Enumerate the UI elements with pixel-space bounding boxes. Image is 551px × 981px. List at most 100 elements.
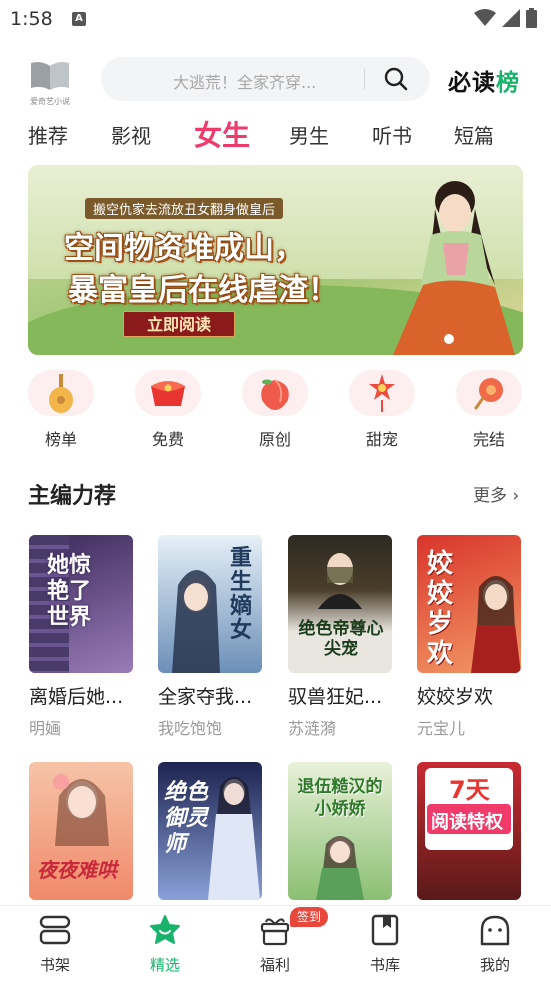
read-now-button[interactable]: 立即阅读 [123,311,235,337]
tab-audiobook[interactable]: 听书 [372,120,412,149]
book-cover: 绝色帝尊心尖宠 [288,535,392,673]
book-card[interactable]: 夜夜难哄 [29,762,133,909]
battery-icon [526,8,537,28]
quick-entry-original[interactable]: 原创 [240,370,310,450]
quick-entry-bubble [28,370,94,416]
banner-title-line1: 空间物资堆成山， [64,231,304,266]
book-cover: 绝色御灵师 [158,762,262,900]
cover-title: 7天 [449,776,490,804]
cover-title: 她惊艳了世界 [47,553,92,630]
lantern-icon [369,374,395,412]
star-icon [150,915,180,944]
bottom-nav: 书架 精选 福利 书库 我的 [0,905,551,981]
book-title: 离婚后她... [29,686,124,708]
sign-in-badge[interactable]: 签到 [290,907,329,927]
search-placeholder: 大逃荒！全家齐穿... [173,73,317,92]
cover-title: 重生嫡女 [230,546,253,643]
brand-suffix: 榜 [496,70,520,96]
tab-male[interactable]: 男生 [289,120,329,149]
book-title: 全家夺我... [158,686,253,708]
banner-title-line2: 暴富皇后在线虐渣！ [68,273,338,308]
book-cover: 她惊艳了世界 [29,535,133,673]
tab-short-story[interactable]: 短篇 [454,120,494,149]
section-title: 主编力荐 [28,484,117,509]
search-input[interactable]: 大逃荒！全家齐穿... [101,57,430,101]
logo-text: 爱奇艺小说 [30,97,70,106]
must-read-ranking-button[interactable]: 必读榜 [448,63,520,97]
cover-title: 绝色帝尊心尖宠 [298,619,384,659]
status-time: 1:58 [10,8,53,30]
nav-bookshelf[interactable]: 书架 [20,914,90,975]
cover-title: 绝色御灵师 [164,780,209,857]
app-logo: 爱奇艺小说 [27,60,73,106]
quick-entry-sweet[interactable]: 甜宠 [347,370,417,450]
brand-prefix: 必读 [448,70,496,96]
cover-subtitle: 阅读特权 [431,812,503,833]
book-card[interactable]: 重生嫡女 全家夺我... 我吃饱饱 [158,535,262,739]
quick-entry-label: 免费 [151,430,184,449]
book-cover: 姣姣岁欢 [417,535,521,673]
carousel-indicator [444,334,454,344]
book-card[interactable]: 她惊艳了世界 离婚后她... 明婳 [29,535,133,739]
banner-subtitle: 搬空仇家去流放丑女翻身做皇后 [85,198,284,219]
wifi-icon [474,9,496,26]
book-cover: 重生嫡女 [158,535,262,673]
nav-label: 我的 [479,956,510,974]
nav-label: 精选 [149,956,180,974]
nav-label: 书架 [39,956,70,974]
search-icon[interactable] [384,67,408,91]
book-cover: 7天 阅读特权 [417,762,521,900]
book-card[interactable]: 绝色御灵师 [158,762,262,909]
cover-figure-art [318,553,362,609]
peach-icon [261,379,289,410]
book-title: 姣姣岁欢 [417,686,494,708]
promo-banner[interactable]: 搬空仇家去流放丑女翻身做皇后 空间物资堆成山， 暴富皇后在线虐渣！ 立即阅读 [28,165,523,355]
nav-label: 福利 [259,956,290,974]
quick-entry-label: 原创 [258,430,291,449]
quick-entry-bubble [456,370,522,416]
tab-recommend[interactable]: 推荐 [28,120,68,149]
system-icons [474,8,537,28]
quick-entry-bubble [242,370,308,416]
book-author: 明婳 [29,719,62,738]
lute-icon [49,374,73,413]
cover-figure-art [53,774,109,846]
book-library-icon [371,914,399,946]
more-link[interactable]: 更多 › [473,481,519,506]
book-card[interactable]: 姣姣岁欢 姣姣岁欢 元宝儿 [417,535,521,739]
search-divider [364,69,365,89]
cover-title: 姣姣岁欢 [427,549,454,669]
red-envelope-icon [151,381,185,406]
notification-icon: A [72,12,86,26]
quick-entry-bubble [135,370,201,416]
profile-icon [480,915,510,946]
cover-title: 退伍糙汉的小娇娇 [297,777,383,819]
tab-female[interactable]: 女生 [194,114,250,154]
cover-title: 夜夜难哄 [37,858,117,882]
nav-featured[interactable]: 精选 [130,914,200,975]
fan-icon [474,378,503,410]
quick-entry-label: 甜宠 [365,430,398,449]
nav-label: 书库 [369,956,400,974]
book-card[interactable]: 7天 阅读特权 [417,762,521,909]
gift-icon [260,918,290,946]
quick-entry-label: 完结 [472,430,505,449]
book-author: 元宝儿 [417,719,466,738]
quick-entry-completed[interactable]: 完结 [454,370,524,450]
book-card[interactable]: 退伍糙汉的小娇娇 [288,762,392,909]
tab-film[interactable]: 影视 [111,120,151,149]
status-bar: 1:58 A [0,0,551,40]
book-cover: 退伍糙汉的小娇娇 [288,762,392,900]
book-title: 驭兽狂妃... [288,686,383,708]
signal-icon [502,9,520,27]
nav-profile[interactable]: 我的 [460,914,530,975]
book-author: 苏涟漪 [288,719,337,738]
quick-entry-free[interactable]: 免费 [133,370,203,450]
book-card[interactable]: 绝色帝尊心尖宠 驭兽狂妃... 苏涟漪 [288,535,392,739]
cover-figure-art [471,576,521,673]
quick-entry-label: 榜单 [44,430,77,449]
nav-library[interactable]: 书库 [350,914,420,975]
cover-figure-art [172,570,220,673]
quick-entry-bubble [349,370,415,416]
quick-entry-ranking[interactable]: 榜单 [26,370,96,450]
